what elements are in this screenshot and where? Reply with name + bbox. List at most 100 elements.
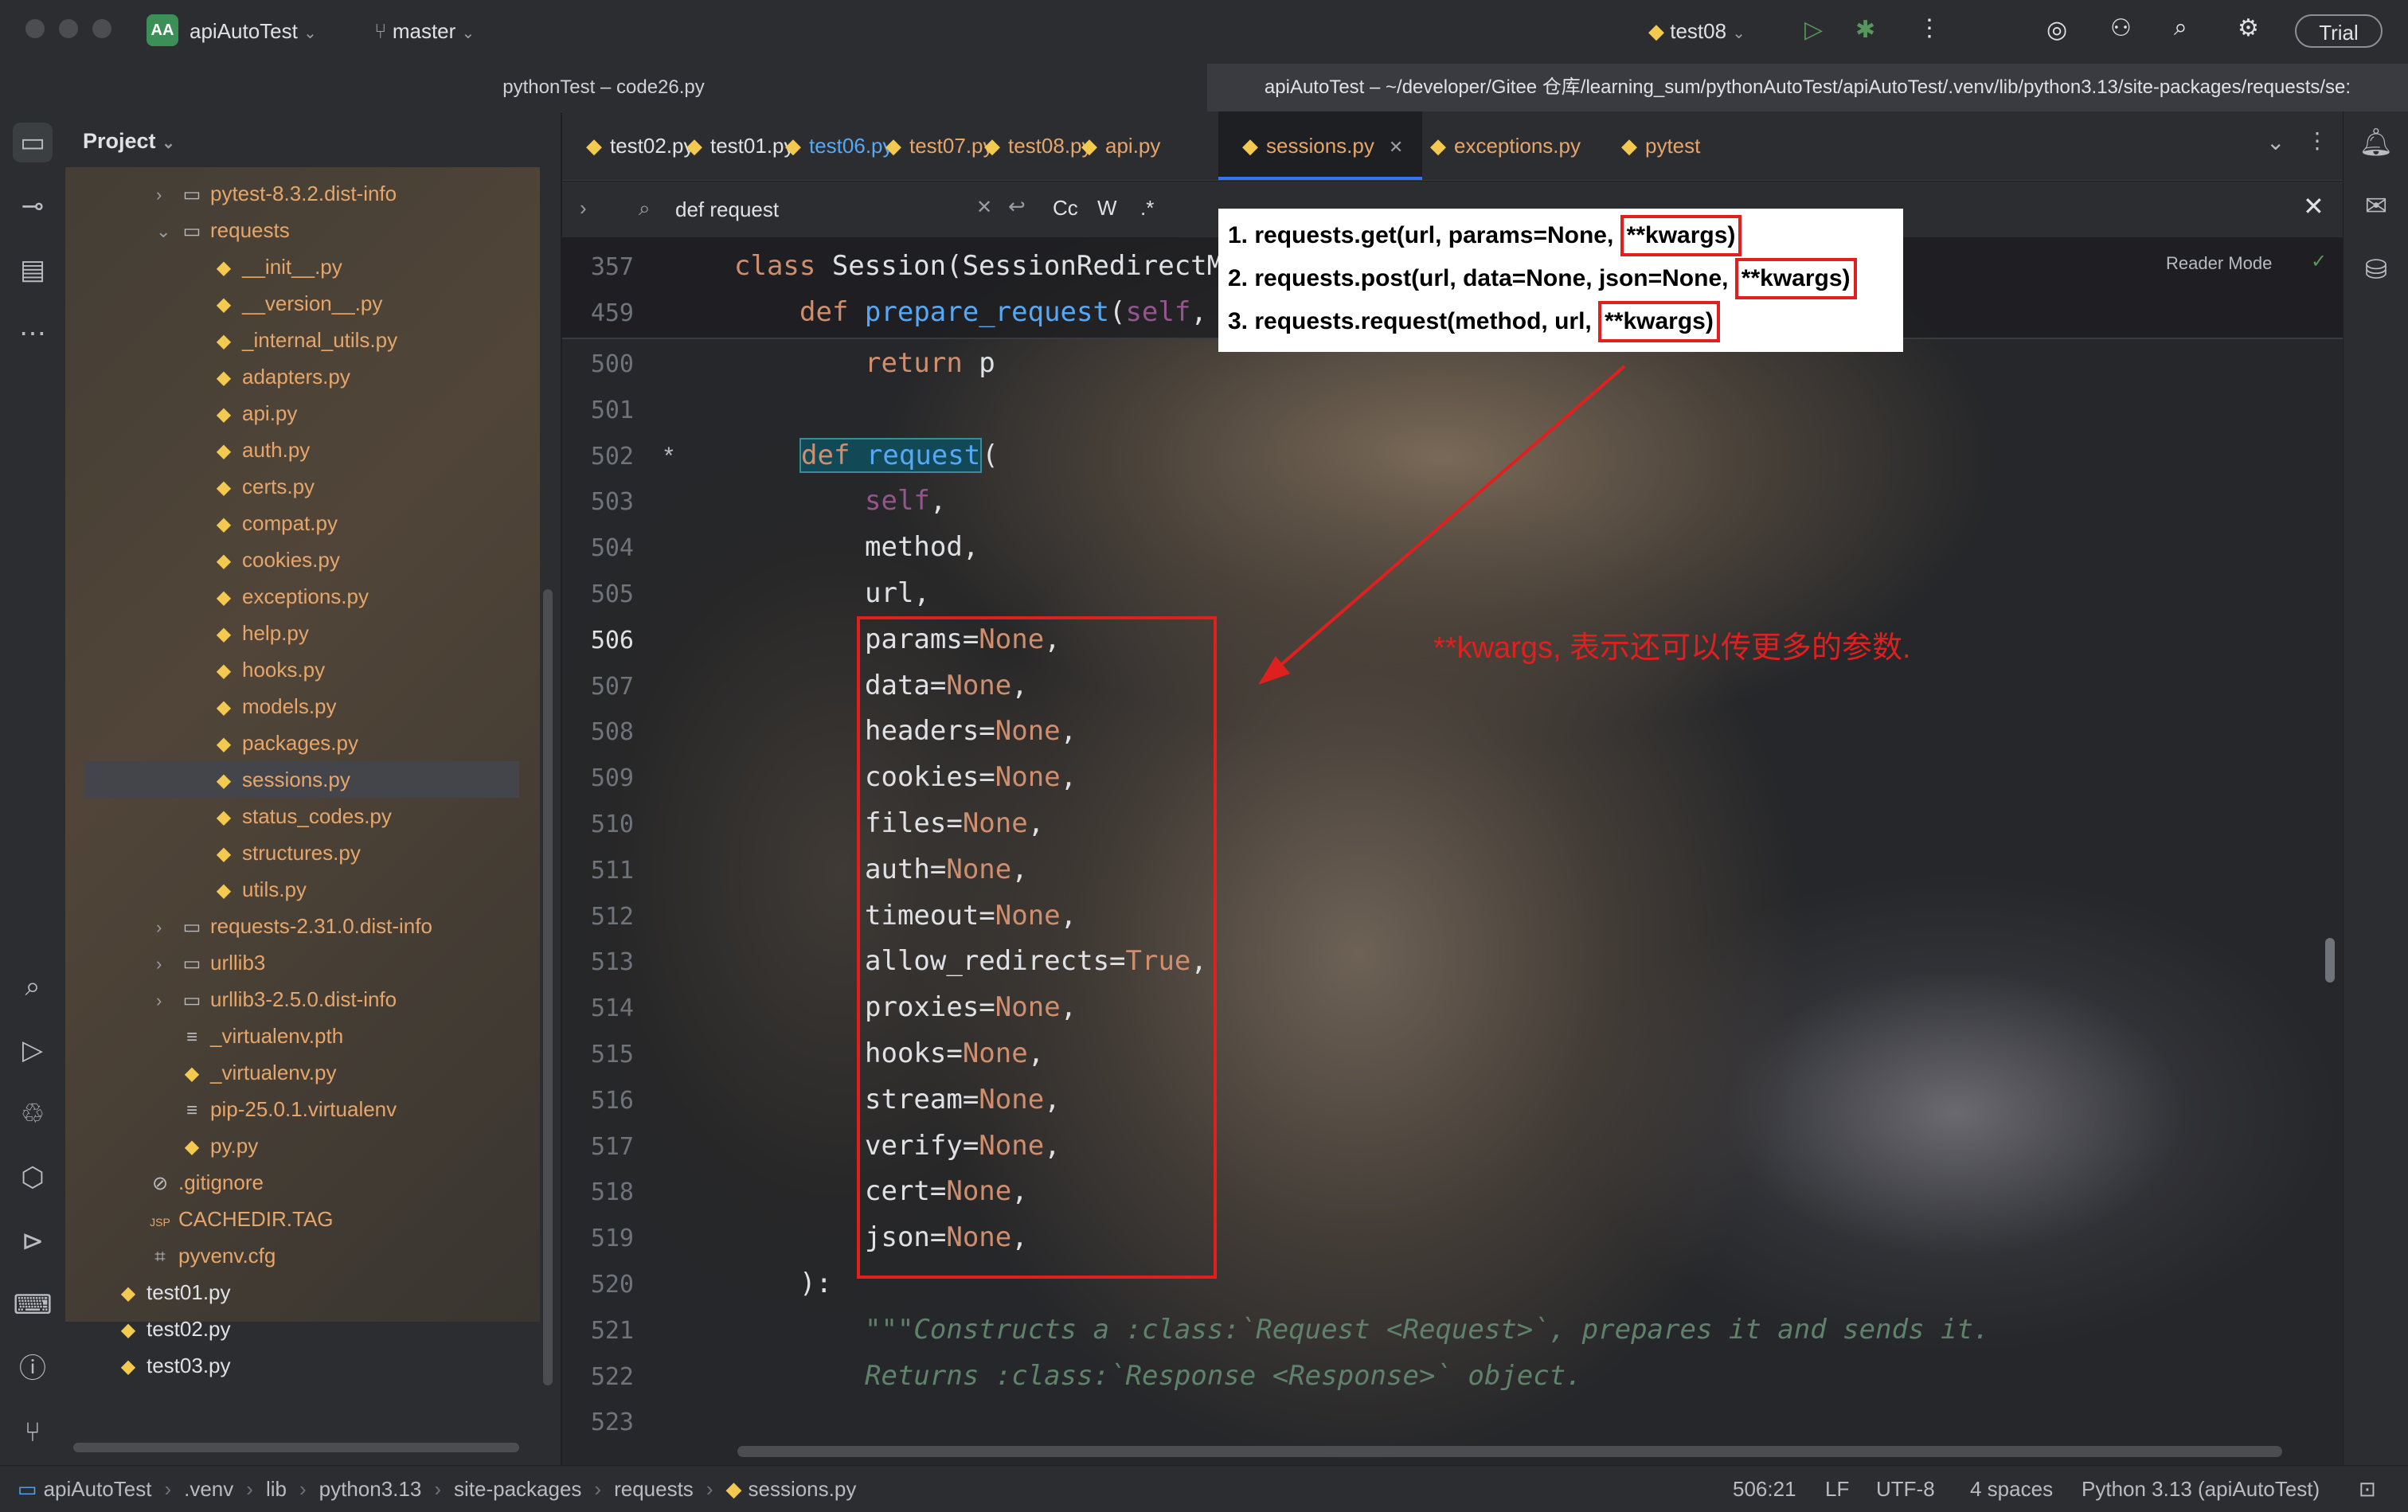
search-icon[interactable]: ⌕ (2174, 14, 2187, 41)
tree-item[interactable]: ◆ help.py (65, 615, 543, 651)
tree-item[interactable]: ◆ __init__.py (65, 248, 543, 285)
services-icon[interactable]: ⬡ (13, 1158, 53, 1197)
regex-toggle[interactable]: .* (1140, 196, 1154, 221)
tabs-dropdown-icon[interactable]: ⌄ (2266, 129, 2285, 155)
tree-item[interactable]: ◆ compat.py (65, 505, 543, 541)
more-icon[interactable]: ⋮ (1917, 14, 1941, 42)
tree-item[interactable]: ◆ _virtualenv.py (65, 1054, 543, 1091)
tree-item[interactable]: ◆ structures.py (65, 834, 543, 871)
debug-icon[interactable]: ✱ (1855, 16, 1875, 44)
chevron-right-icon[interactable]: › (156, 909, 180, 946)
chevron-right-icon[interactable]: › (156, 983, 180, 1019)
expand-replace-icon[interactable]: › (580, 196, 587, 221)
tree-item[interactable]: ◆ cookies.py (65, 541, 543, 578)
debug-tool-icon[interactable]: ⊳ (13, 1221, 53, 1261)
window-tab-apiautotest[interactable]: apiAutoTest – ~/developer/Gitee 仓库/learn… (1207, 64, 2408, 111)
run-tool-icon[interactable]: ▷ (13, 1030, 53, 1070)
tree-item[interactable]: ◆ packages.py (65, 725, 543, 761)
breadcrumb-item[interactable]: .venv (184, 1477, 233, 1501)
tree-item[interactable]: › ▭ urllib3-2.5.0.dist-info (65, 981, 543, 1018)
maximize-window-button[interactable] (92, 19, 111, 38)
tree-item[interactable]: ≡ pip-25.0.1.virtualenv (65, 1091, 543, 1127)
tree-item[interactable]: ◆ status_codes.py (65, 798, 543, 834)
editor-tab[interactable]: ◆ exceptions.py (1406, 111, 1600, 180)
minimize-window-button[interactable] (59, 19, 78, 38)
window-tab-pythontest[interactable]: pythonTest – code26.py (0, 64, 1207, 111)
tree-item[interactable]: ◆ certs.py (65, 468, 543, 505)
tree-item[interactable]: › ▭ urllib3 (65, 944, 543, 981)
settings-gear-icon[interactable]: ⚙ (2238, 14, 2259, 42)
lock-icon[interactable]: ⊡ (2359, 1466, 2376, 1512)
tree-item[interactable]: ≡ _virtualenv.pth (65, 1018, 543, 1054)
python-interpreter[interactable]: Python 3.13 (apiAutoTest) (2082, 1466, 2320, 1512)
notifications-bell-icon[interactable]: 🔔︎ (2356, 123, 2396, 162)
run-config-selector[interactable]: ◆ test08 ⌄ (1648, 19, 1745, 44)
clear-search-icon[interactable]: ✕ (976, 196, 992, 219)
editor-tab[interactable]: ◆ pytest (1597, 111, 1760, 180)
project-switcher[interactable]: apiAutoTest ⌄ (190, 19, 317, 44)
breadcrumb-item[interactable]: lib (266, 1477, 287, 1501)
line-ending[interactable]: LF (1825, 1466, 1849, 1512)
tree-item[interactable]: ◆ adapters.py (65, 358, 543, 395)
tree-item[interactable]: ◆ _internal_utils.py (65, 322, 543, 358)
tabs-more-icon[interactable]: ⋮ (2306, 127, 2328, 154)
code-editor[interactable]: 357 class Session(SessionRedirectM 459 def … (562, 237, 2343, 1465)
tree-item[interactable]: ⌄ ▭ requests (65, 212, 543, 248)
project-scrollbar[interactable] (543, 589, 553, 1385)
tree-item[interactable]: ◆ utils.py (65, 871, 543, 908)
editor-tab[interactable]: ◆ sessions.py ✕ (1218, 111, 1423, 180)
breadcrumb-item[interactable]: site-packages (454, 1477, 581, 1501)
breadcrumb-item[interactable]: sessions.py (748, 1477, 856, 1501)
commit-icon[interactable]: ⊸ (13, 186, 53, 226)
tree-item[interactable]: ⌗ pyvenv.cfg (65, 1237, 543, 1274)
ai-chat-icon[interactable]: ✉ (2356, 186, 2396, 226)
tree-item[interactable]: › ▭ requests-2.31.0.dist-info (65, 908, 543, 944)
project-h-scrollbar[interactable] (73, 1443, 519, 1452)
close-window-button[interactable] (25, 19, 45, 38)
chevron-right-icon[interactable]: › (156, 177, 180, 213)
match-case-toggle[interactable]: Cc (1053, 196, 1078, 221)
project-panel-header[interactable]: Project ⌄ (83, 129, 175, 154)
git-icon[interactable]: ⑂ (13, 1412, 53, 1452)
chevron-right-icon[interactable]: › (156, 946, 180, 983)
tree-item[interactable]: ◆ sessions.py (84, 761, 519, 798)
tree-item[interactable]: ◆ test01.py (65, 1274, 543, 1311)
breadcrumb-item[interactable]: requests (614, 1477, 694, 1501)
python-packages-icon[interactable]: ♲ (13, 1094, 53, 1134)
problems-icon[interactable]: ⓘ (13, 1349, 53, 1389)
tree-item[interactable]: ◆ auth.py (65, 432, 543, 468)
project-folder-icon[interactable]: ▭ (13, 123, 53, 162)
terminal-icon[interactable]: ⌨ (13, 1285, 53, 1325)
new-line-icon[interactable]: ↩ (1008, 194, 1026, 219)
trial-button[interactable]: Trial (2295, 14, 2383, 48)
tree-item[interactable]: ◆ py.py (65, 1127, 543, 1164)
ai-assistant-icon[interactable]: ◎ (2046, 16, 2067, 44)
caret-position[interactable]: 506:21 (1733, 1466, 1796, 1512)
breadcrumb-item[interactable]: python3.13 (319, 1477, 422, 1501)
tree-item[interactable]: ◆ exceptions.py (65, 578, 543, 615)
file-encoding[interactable]: UTF-8 (1876, 1466, 1935, 1512)
tree-item[interactable]: ◆ api.py (65, 395, 543, 432)
run-icon[interactable]: ▷ (1804, 16, 1823, 44)
tree-item[interactable]: ⊘ .gitignore (65, 1164, 543, 1201)
tree-item[interactable]: ◆ test03.py (65, 1347, 543, 1384)
find-input[interactable] (674, 191, 956, 228)
tree-item[interactable]: ◆ hooks.py (65, 651, 543, 688)
indent-setting[interactable]: 4 spaces (1970, 1466, 2053, 1512)
close-tab-icon[interactable]: ✕ (1389, 137, 1403, 157)
close-find-icon[interactable]: ✕ (2303, 191, 2324, 221)
database-icon[interactable]: ⛁ (2356, 250, 2396, 290)
project-badge[interactable]: AA (147, 14, 178, 46)
tree-item[interactable]: ◆ models.py (65, 688, 543, 725)
chevron-down-icon[interactable]: ⌄ (156, 213, 180, 250)
tree-item[interactable]: JSP CACHEDIR.TAG (65, 1201, 543, 1237)
whole-words-toggle[interactable]: W (1097, 196, 1117, 221)
structure-icon[interactable]: ▤ (13, 250, 53, 290)
tree-item[interactable]: ◆ __version__.py (65, 285, 543, 322)
branch-switcher[interactable]: ⑂ master ⌄ (374, 19, 475, 44)
find-icon[interactable]: ⌕ (13, 967, 53, 1006)
editor-tab[interactable]: ◆ api.py (1057, 111, 1179, 180)
add-user-icon[interactable]: ⚇ (2110, 14, 2132, 42)
search-history-icon[interactable]: ⌕ (639, 196, 651, 221)
tree-item[interactable]: › ▭ pytest-8.3.2.dist-info (65, 175, 543, 212)
